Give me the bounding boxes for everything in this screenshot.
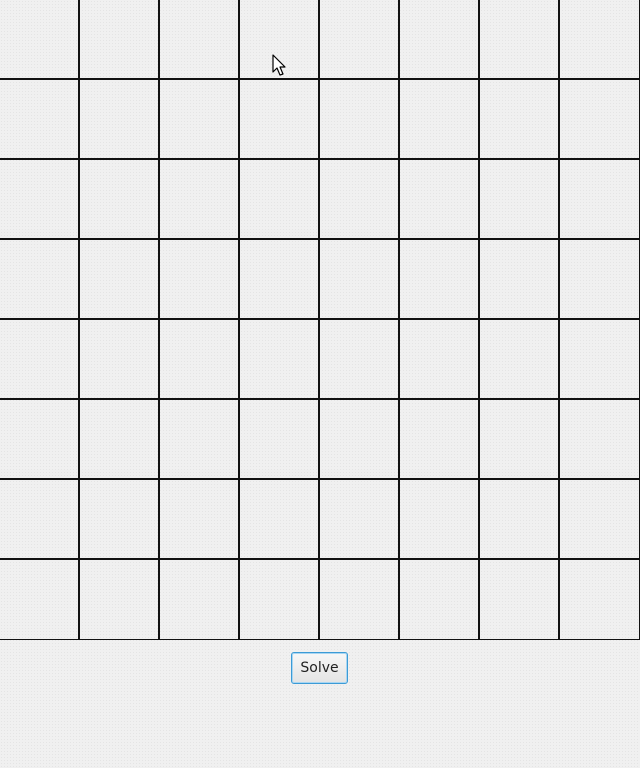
chess-board-grid: [0, 0, 640, 640]
board-cell[interactable]: [320, 80, 400, 160]
board-cell[interactable]: [80, 240, 160, 320]
board-cell[interactable]: [80, 480, 160, 560]
board-cell[interactable]: [400, 480, 480, 560]
board-cell[interactable]: [560, 160, 640, 240]
board-cell[interactable]: [480, 480, 560, 560]
board-cell[interactable]: [400, 560, 480, 640]
board-cell[interactable]: [560, 240, 640, 320]
board-cell[interactable]: [320, 400, 400, 480]
board-cell[interactable]: [480, 560, 560, 640]
board-cell[interactable]: [320, 480, 400, 560]
board-cell[interactable]: [560, 0, 640, 80]
board-cell[interactable]: [480, 240, 560, 320]
app-window: Solve: [0, 0, 640, 768]
board-cell[interactable]: [240, 400, 320, 480]
board-cell[interactable]: [400, 80, 480, 160]
board-cell[interactable]: [240, 80, 320, 160]
board-cell[interactable]: [80, 320, 160, 400]
board-cell[interactable]: [400, 240, 480, 320]
board-cell[interactable]: [160, 240, 240, 320]
board-cell[interactable]: [320, 560, 400, 640]
board-cell[interactable]: [0, 320, 80, 400]
board-cell[interactable]: [160, 480, 240, 560]
board-cell[interactable]: [80, 80, 160, 160]
solve-button[interactable]: Solve: [291, 652, 348, 684]
board-cell[interactable]: [320, 0, 400, 80]
board-cell[interactable]: [400, 160, 480, 240]
board-cell[interactable]: [400, 0, 480, 80]
board-cell[interactable]: [480, 400, 560, 480]
board-cell[interactable]: [480, 160, 560, 240]
board-cell[interactable]: [400, 320, 480, 400]
board-cell[interactable]: [0, 400, 80, 480]
board-cell[interactable]: [0, 560, 80, 640]
board-cell[interactable]: [320, 320, 400, 400]
board-cell[interactable]: [560, 80, 640, 160]
board-cell[interactable]: [560, 320, 640, 400]
board-cell[interactable]: [80, 560, 160, 640]
board-cell[interactable]: [560, 400, 640, 480]
board-cell[interactable]: [160, 0, 240, 80]
board-cell[interactable]: [400, 400, 480, 480]
board-cell[interactable]: [0, 480, 80, 560]
board-cell[interactable]: [240, 320, 320, 400]
board-cell[interactable]: [0, 0, 80, 80]
board-cell[interactable]: [240, 560, 320, 640]
board-cell[interactable]: [0, 160, 80, 240]
board-cell[interactable]: [80, 400, 160, 480]
board-cell[interactable]: [160, 560, 240, 640]
board-cell[interactable]: [480, 80, 560, 160]
board-cell[interactable]: [240, 160, 320, 240]
board-cell[interactable]: [160, 160, 240, 240]
board-cell[interactable]: [80, 0, 160, 80]
board-cell[interactable]: [160, 80, 240, 160]
board-cell[interactable]: [560, 480, 640, 560]
board-cell[interactable]: [240, 480, 320, 560]
board-cell[interactable]: [160, 400, 240, 480]
board-cell[interactable]: [0, 240, 80, 320]
board-cell[interactable]: [0, 80, 80, 160]
board-cell[interactable]: [320, 240, 400, 320]
board-cell[interactable]: [480, 0, 560, 80]
board-cell[interactable]: [80, 160, 160, 240]
board-cell[interactable]: [560, 560, 640, 640]
board-cell[interactable]: [240, 0, 320, 80]
board-cell[interactable]: [480, 320, 560, 400]
board-cell[interactable]: [160, 320, 240, 400]
board-cell[interactable]: [320, 160, 400, 240]
board-cell[interactable]: [240, 240, 320, 320]
